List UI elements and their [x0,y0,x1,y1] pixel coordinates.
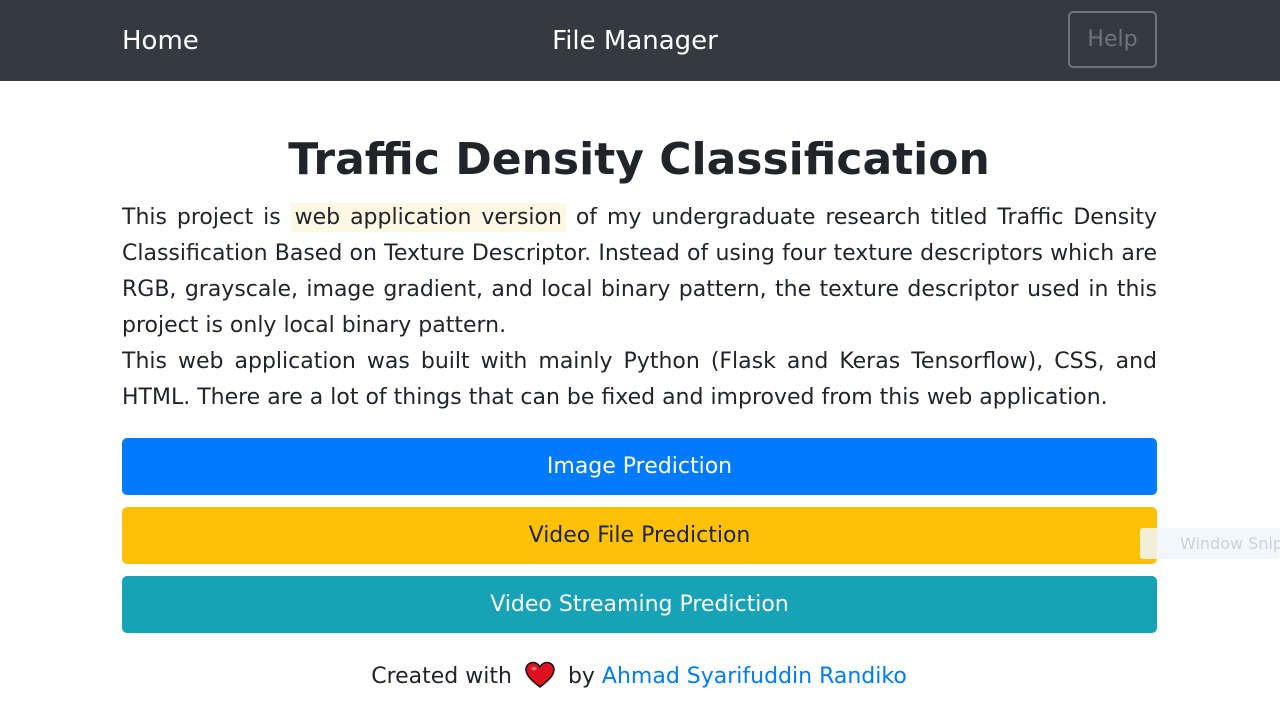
description-paragraph-1: This project is web application version … [122,200,1157,344]
footer-created-with: Created with [371,664,512,689]
video-streaming-prediction-button[interactable]: Video Streaming Prediction [122,576,1157,633]
paragraph-1-intro: This project is [122,205,291,230]
footer: Created with by Ahmad Syarifuddin Randik… [0,660,1278,694]
help-button[interactable]: Help [1068,11,1157,68]
project-description: This project is web application version … [122,200,1157,416]
heart-icon [525,661,555,689]
description-paragraph-2: This web application was built with main… [122,349,1157,410]
page-title: Traffic Density Classification [288,134,990,185]
footer-by: by [567,664,595,689]
video-file-prediction-button[interactable]: Video File Prediction [122,507,1157,564]
highlight-web-application-version: web application version [290,203,566,232]
window-snip-overlay: Window Snip [1140,528,1280,559]
author-link[interactable]: Ahmad Syarifuddin Randiko [602,664,907,689]
navbar: Home File Manager Help [0,0,1280,81]
image-prediction-button[interactable]: Image Prediction [122,438,1157,495]
